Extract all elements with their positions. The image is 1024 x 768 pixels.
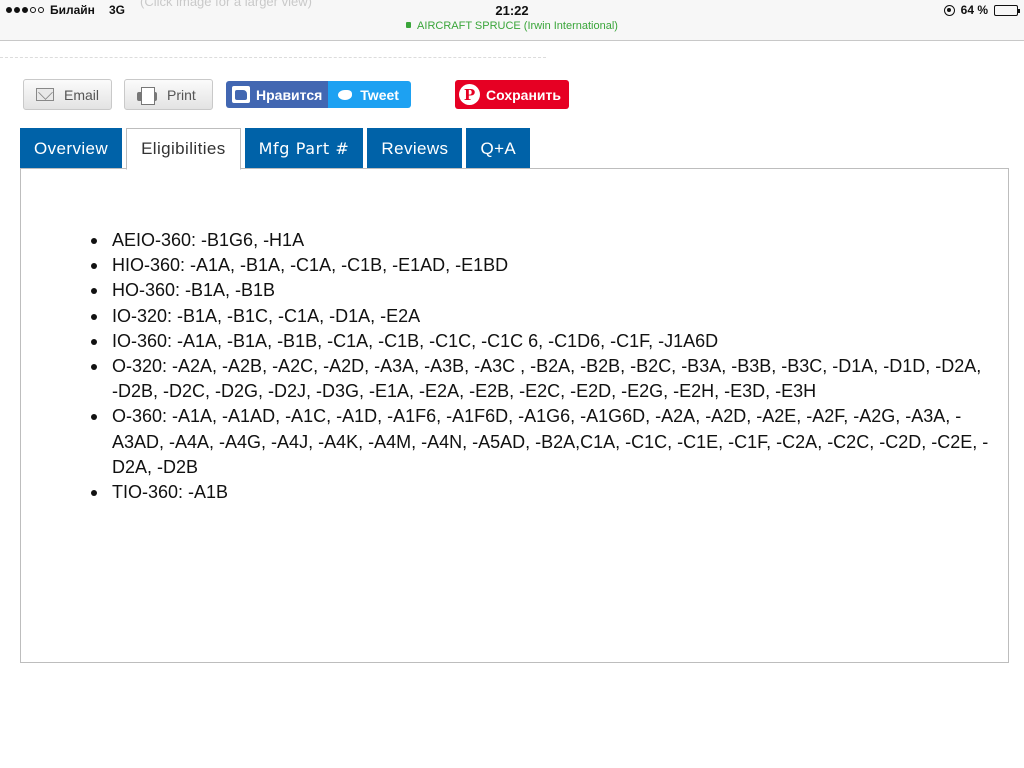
list-item: O-320: -A2A, -A2B, -A2C, -A2D, -A3A, -A3… — [91, 354, 992, 404]
tab-overview[interactable]: Overview — [20, 128, 123, 169]
eligibility-list: AEIO-360: -B1G6, -H1A HIO-360: -A1A, -B1… — [91, 228, 992, 505]
clock: 21:22 — [495, 3, 529, 18]
printer-icon — [137, 86, 157, 105]
list-item: IO-360: -A1A, -B1A, -B1B, -C1A, -C1B, -C… — [91, 329, 992, 354]
pinterest-icon: P — [459, 84, 480, 105]
tweet-button[interactable]: Tweet — [328, 81, 411, 108]
print-label: Print — [167, 86, 196, 103]
pinterest-label: Сохранить — [486, 86, 561, 103]
address-bar[interactable]: AIRCRAFT SPRUCE (Irwin International) — [0, 20, 1024, 32]
list-item: TIO-360: -A1B — [91, 480, 992, 505]
list-item: HO-360: -B1A, -B1B — [91, 278, 992, 303]
list-item: IO-320: -B1A, -B1C, -C1A, -D1A, -E2A — [91, 304, 992, 329]
print-button[interactable]: Print — [124, 79, 213, 110]
tab-mfg-part[interactable]: Mfg Part # — [244, 128, 364, 169]
page-url: AIRCRAFT SPRUCE (Irwin International) — [417, 20, 618, 32]
lock-icon — [406, 22, 412, 28]
tab-eligibilities[interactable]: Eligibilities — [126, 128, 241, 170]
facebook-like-label: Нравится — [256, 86, 323, 103]
divider — [0, 57, 546, 58]
email-button[interactable]: Email — [23, 79, 112, 110]
orientation-lock-icon — [943, 4, 955, 16]
battery-area: 64 % — [943, 3, 1020, 17]
list-item: O-360: -A1A, -A1AD, -A1C, -A1D, -A1F6, -… — [91, 404, 992, 480]
tab-reviews[interactable]: Reviews — [367, 128, 463, 169]
envelope-icon — [36, 88, 54, 101]
twitter-bird-icon — [336, 88, 354, 102]
tweet-label: Tweet — [360, 86, 399, 103]
social-buttons: Нравится Tweet — [226, 81, 411, 108]
tab-qa[interactable]: Q+A — [466, 128, 531, 169]
pinterest-save-button[interactable]: P Сохранить — [455, 80, 569, 109]
status-bar: (Click image for a larger view) Билайн 3… — [0, 0, 1024, 41]
battery-percent: 64 % — [960, 3, 988, 17]
list-item: HIO-360: -A1A, -B1A, -C1A, -C1B, -E1AD, … — [91, 253, 992, 278]
thumbs-up-icon — [232, 86, 250, 103]
product-tabs: Overview Eligibilities Mfg Part # Review… — [20, 128, 531, 170]
battery-icon — [994, 4, 1020, 16]
email-label: Email — [63, 86, 99, 103]
facebook-like-button[interactable]: Нравится — [226, 81, 329, 108]
list-item: AEIO-360: -B1G6, -H1A — [91, 228, 992, 253]
